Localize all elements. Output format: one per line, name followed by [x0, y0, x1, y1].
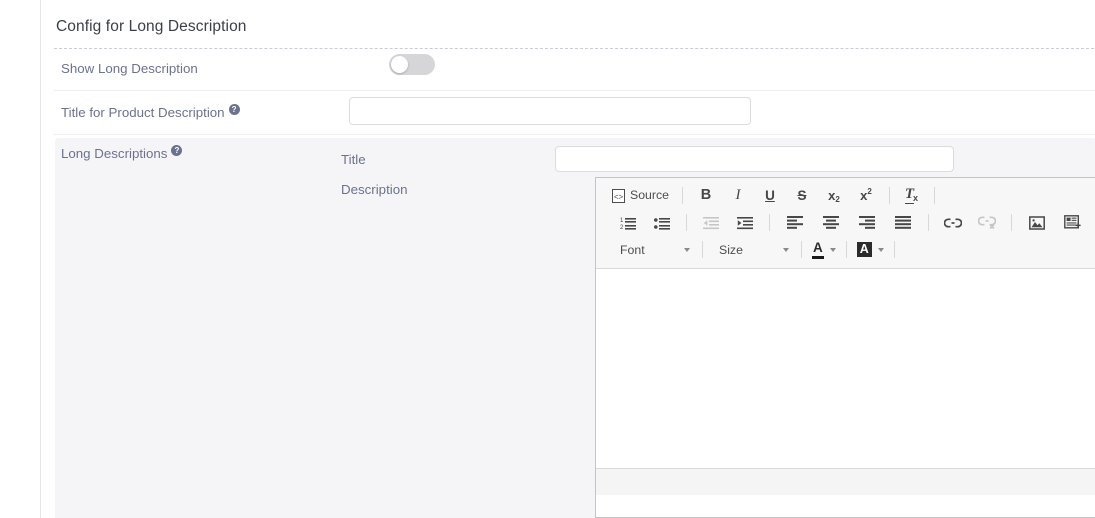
size-dropdown-label: Size [719, 242, 743, 257]
strikethrough-icon[interactable]: S [791, 185, 813, 207]
align-right-icon[interactable] [856, 212, 878, 234]
page-title: Config for Long Description [56, 18, 247, 35]
font-dropdown[interactable]: Font [611, 238, 695, 261]
toolbar-separator [933, 187, 935, 204]
toolbar-separator [928, 214, 929, 231]
image-icon[interactable] [1026, 212, 1048, 234]
indent-glyph [737, 216, 753, 229]
svg-text:<>: <> [614, 192, 624, 201]
description-sublabel: Description [341, 182, 408, 197]
toolbar-separator [702, 241, 703, 258]
size-dropdown[interactable]: Size [710, 238, 794, 261]
chevron-down-icon [684, 247, 690, 252]
description-title-input[interactable] [555, 146, 954, 172]
show-long-description-toggle[interactable] [389, 54, 435, 75]
align-left-icon[interactable] [784, 212, 806, 234]
align-left-glyph [787, 216, 803, 229]
svg-text:1: 1 [620, 218, 624, 224]
underline-icon[interactable]: U [759, 185, 781, 207]
help-icon[interactable]: ? [228, 103, 240, 115]
indent-icon[interactable] [734, 212, 756, 234]
toolbar-separator [888, 187, 890, 204]
chevron-down-icon [877, 247, 884, 252]
toolbar-separator [769, 214, 770, 231]
template-icon[interactable] [1061, 212, 1083, 234]
text-color-icon[interactable]: A [809, 238, 839, 261]
editor-toolbar-row-2: 1 2 [600, 209, 1095, 236]
toggle-knob [391, 56, 408, 73]
superscript-icon[interactable]: x2 [855, 185, 877, 207]
numbered-list-icon[interactable]: 1 2 [617, 212, 639, 234]
toolbar-separator [1011, 214, 1012, 231]
row-divider-1 [54, 90, 1095, 91]
subscript-icon[interactable]: x2 [823, 185, 845, 207]
chevron-down-icon [829, 247, 836, 252]
toolbar-separator [893, 241, 895, 258]
toolbar-separator [801, 241, 802, 258]
justify-glyph [895, 216, 911, 229]
italic-icon[interactable]: I [727, 185, 749, 207]
align-center-icon[interactable] [820, 212, 842, 234]
template-glyph [1063, 215, 1081, 229]
unlink-glyph [978, 216, 996, 229]
font-dropdown-label: Font [620, 242, 645, 257]
title-sublabel: Title [341, 152, 366, 167]
page-root: Config for Long Description Show Long De… [0, 0, 1095, 518]
align-right-glyph [859, 216, 875, 229]
toolbar-separator [845, 241, 847, 258]
toolbar-separator [681, 187, 683, 204]
background-color-icon[interactable]: A [854, 238, 887, 261]
image-glyph [1029, 215, 1045, 230]
title-divider [54, 48, 1094, 49]
row-divider-2 [54, 134, 1095, 135]
outdent-glyph [703, 216, 719, 229]
rich-text-editor: <> Source B I U S x2 x2 T x 1 2 Font Siz… [595, 177, 1095, 518]
bold-icon[interactable]: B [695, 185, 717, 207]
link-icon[interactable] [942, 212, 964, 234]
title-for-product-description-label: Title for Product Description? [61, 103, 240, 120]
bulleted-list-glyph [654, 217, 670, 230]
help-icon[interactable]: ? [171, 144, 183, 156]
svg-text:2: 2 [620, 225, 624, 230]
source-button[interactable]: <> Source [609, 184, 675, 207]
toolbar-separator [686, 214, 687, 231]
link-glyph [944, 217, 962, 228]
editor-status-bar [596, 468, 1095, 495]
align-center-glyph [823, 216, 839, 229]
source-code-icon: <> [612, 188, 625, 203]
outdent-icon [700, 212, 722, 234]
justify-icon[interactable] [892, 212, 914, 234]
editor-toolbar: <> Source B I U S x2 x2 T x 1 2 Font Siz… [596, 178, 1095, 269]
chevron-down-icon [783, 247, 789, 252]
config-panel: Config for Long Description Show Long De… [40, 0, 1095, 518]
editor-toolbar-row-1: <> Source B I U S x2 x2 T x [600, 182, 1095, 209]
editor-toolbar-row-3: Font Size A A [600, 236, 1095, 263]
unlink-icon [976, 212, 998, 234]
title-for-product-description-input[interactable] [349, 97, 751, 125]
show-long-description-label: Show Long Description [61, 61, 198, 76]
long-descriptions-label: Long Descriptions? [61, 144, 183, 161]
editor-content-area[interactable] [596, 269, 1095, 468]
numbered-list-glyph: 1 2 [620, 217, 636, 230]
bulleted-list-icon[interactable] [651, 212, 673, 234]
remove-format-icon[interactable]: Tx [901, 185, 923, 207]
source-button-label: Source [630, 188, 669, 203]
